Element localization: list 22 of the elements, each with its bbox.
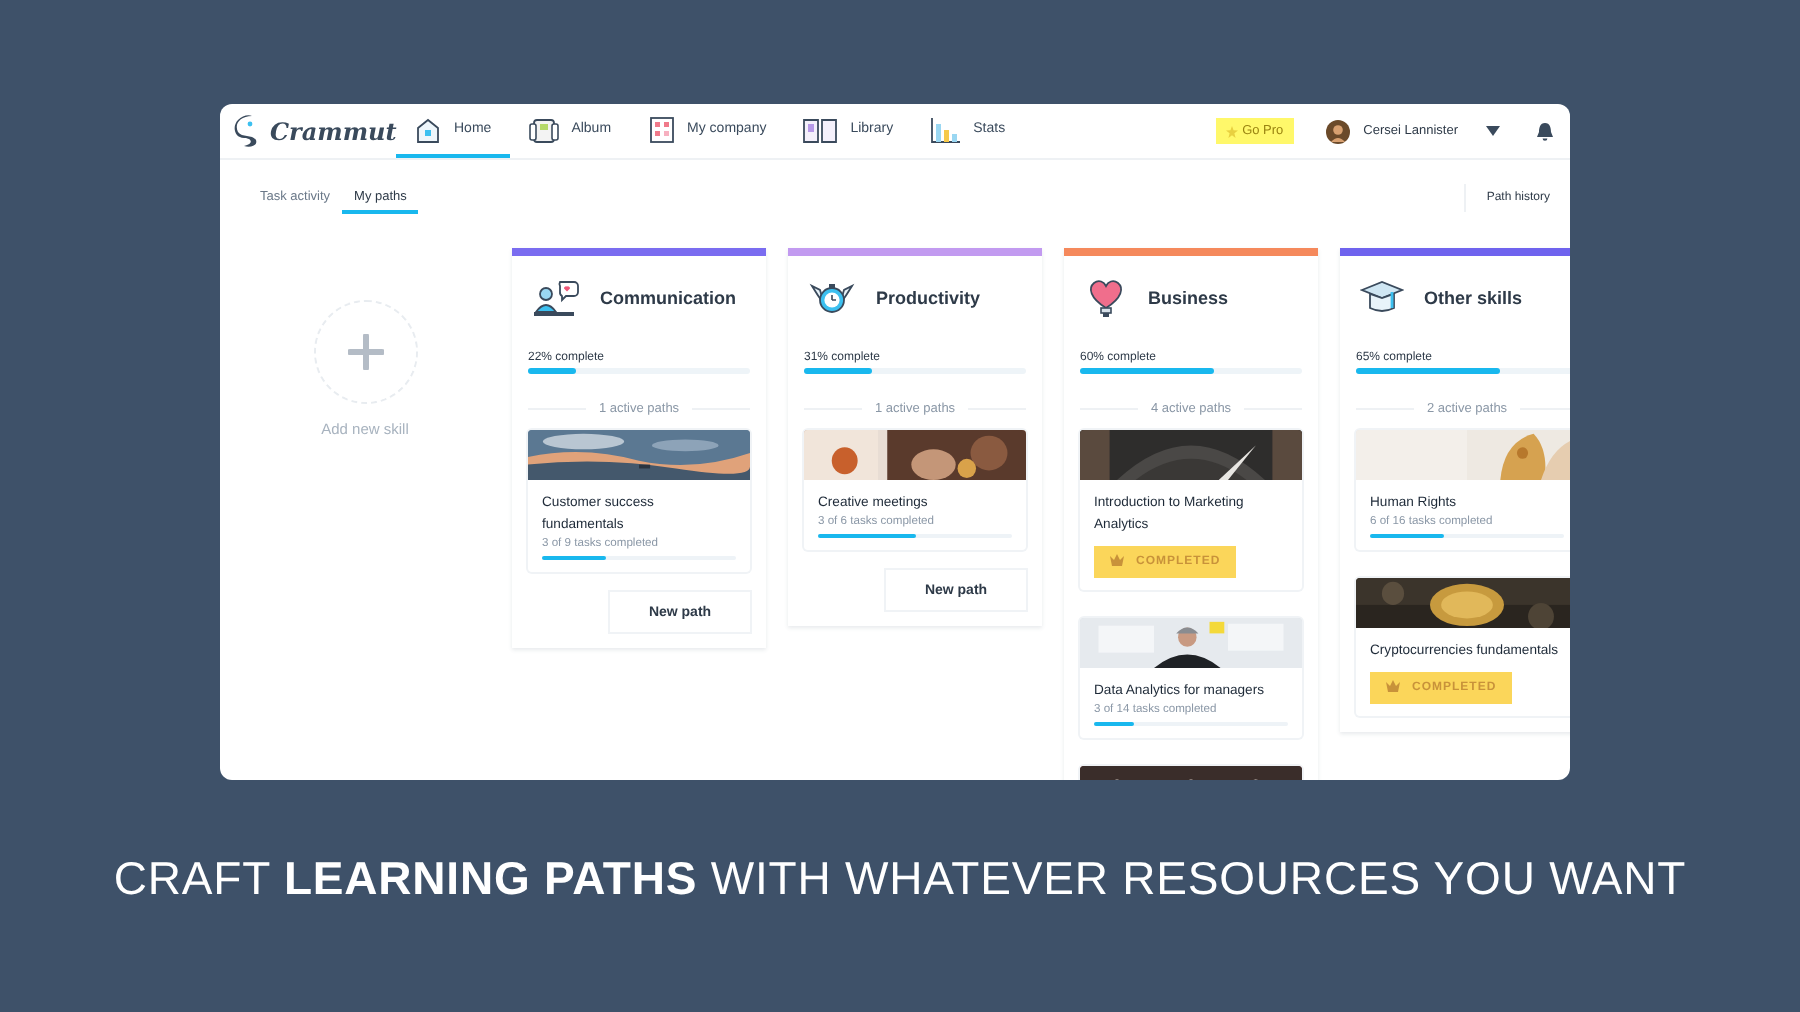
- winged-stopwatch-icon: [808, 278, 856, 318]
- house-icon: [414, 115, 442, 143]
- star-icon: [1226, 125, 1239, 137]
- crown-icon: [1110, 554, 1124, 566]
- avatar[interactable]: [1325, 119, 1350, 143]
- category-title: Communication: [600, 288, 737, 308]
- category-title: Business: [1148, 288, 1229, 308]
- album-icon: [527, 115, 560, 143]
- caption: CRAFT LEARNING PATHS WITH WHATEVER RESOURCES YOU WANT: [111, 852, 1689, 906]
- graduation-cap-icon: [1360, 278, 1404, 318]
- bar-chart-icon: [929, 115, 962, 143]
- person-speech-icon: [532, 278, 580, 318]
- notification-bell-icon[interactable]: [1536, 121, 1554, 141]
- grid-icon: [647, 115, 676, 143]
- plus-icon: [347, 334, 383, 370]
- heart-bulb-icon: [1084, 276, 1128, 320]
- brand-name: Crammut: [270, 117, 397, 145]
- category-title: Productivity: [876, 288, 981, 308]
- dropdown-caret-icon[interactable]: [1486, 126, 1500, 136]
- category-title: Other skills: [1424, 288, 1523, 308]
- crown-icon: [1386, 680, 1400, 692]
- book-icon: [802, 115, 839, 143]
